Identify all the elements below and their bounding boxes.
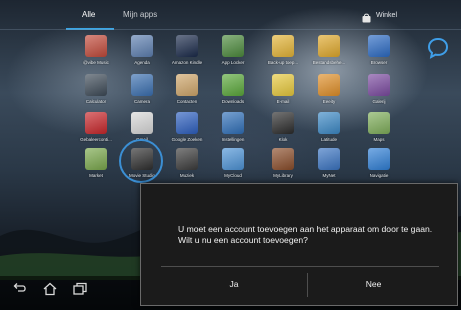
back-button[interactable] [10,282,30,296]
download-icon [222,74,244,96]
contacts-icon [176,74,198,96]
music-icon [176,148,198,170]
app-label: Agenda [134,60,150,65]
network-icon [318,148,340,170]
settings-icon [222,112,244,134]
app-lock[interactable]: App Locker [210,35,256,79]
yes-button[interactable]: Ja [161,268,307,301]
app-label: MyLibrary [273,173,293,178]
app-label: Eeeity [322,99,336,104]
globe-icon [368,35,390,57]
lock-icon [222,35,244,57]
sync-icon [318,74,340,96]
gallery-icon [368,74,390,96]
app-label: Instellingen [221,137,245,142]
folder-icon [318,35,340,57]
google-search-icon [176,112,198,134]
app-label: Bestandsbehe... [312,60,346,65]
calculator-icon [85,74,107,96]
app-calendar[interactable]: Agenda [119,35,165,79]
library-icon [272,148,294,170]
app-folder[interactable]: Bestandsbehe... [306,35,352,79]
no-button[interactable]: Nee [308,268,439,301]
recent-apps-button[interactable] [70,282,90,296]
maps-icon [368,112,390,134]
vibe-music-icon [85,35,107,57]
dialog-message: U moet een account toevoegen aan het app… [178,224,433,245]
app-globe[interactable]: Browser [356,35,402,79]
app-label: Klok [278,137,288,142]
app-label: Maps [373,137,385,142]
home-button[interactable] [40,282,60,296]
recent-apps-icon [73,282,87,295]
back-icon [13,283,26,292]
app-label: Muziek [179,173,195,178]
app-label: App Locker [221,60,245,65]
app-label: MyCloud [224,173,242,178]
app-label: Google Zoeken [171,137,203,142]
app-label: Contacten [176,99,198,104]
clock-icon [272,112,294,134]
app-label: Galerij [372,99,386,104]
email-icon [272,74,294,96]
app-label: @vibe Music [83,60,109,65]
cloud-icon [222,148,244,170]
app-label: MyNet [322,173,336,178]
dialog-divider [161,266,439,267]
app-label: Amazon Kindle [171,60,203,65]
app-label: E-mail [276,99,290,104]
app-label: Navigatie [369,173,389,178]
app-vibe-music[interactable]: @vibe Music [73,35,119,79]
add-account-dialog: U moet een account toevoegen aan het app… [140,183,458,306]
alert-icon [85,112,107,134]
app-market[interactable]: Market [73,148,119,192]
home-icon [43,282,57,296]
market-icon [85,148,107,170]
app-kindle[interactable]: Amazon Kindle [164,35,210,79]
calendar-icon [131,35,153,57]
app-label: Back-up toep... [267,60,299,65]
app-label: Latitude [320,137,337,142]
gmail-icon [131,112,153,134]
app-label: Gebaleerconti... [80,137,112,142]
app-label: Camera [133,99,150,104]
backup-icon [272,35,294,57]
kindle-icon [176,35,198,57]
app-label: Calculator [85,99,107,104]
navigation-icon [368,148,390,170]
latitude-icon [318,112,340,134]
market-selection-ring [119,139,163,183]
app-label: Market [89,173,103,178]
app-label: Downloads [221,99,245,104]
app-label: Browser [370,60,388,65]
app-backup[interactable]: Back-up toep... [260,35,306,79]
camera-icon [131,74,153,96]
